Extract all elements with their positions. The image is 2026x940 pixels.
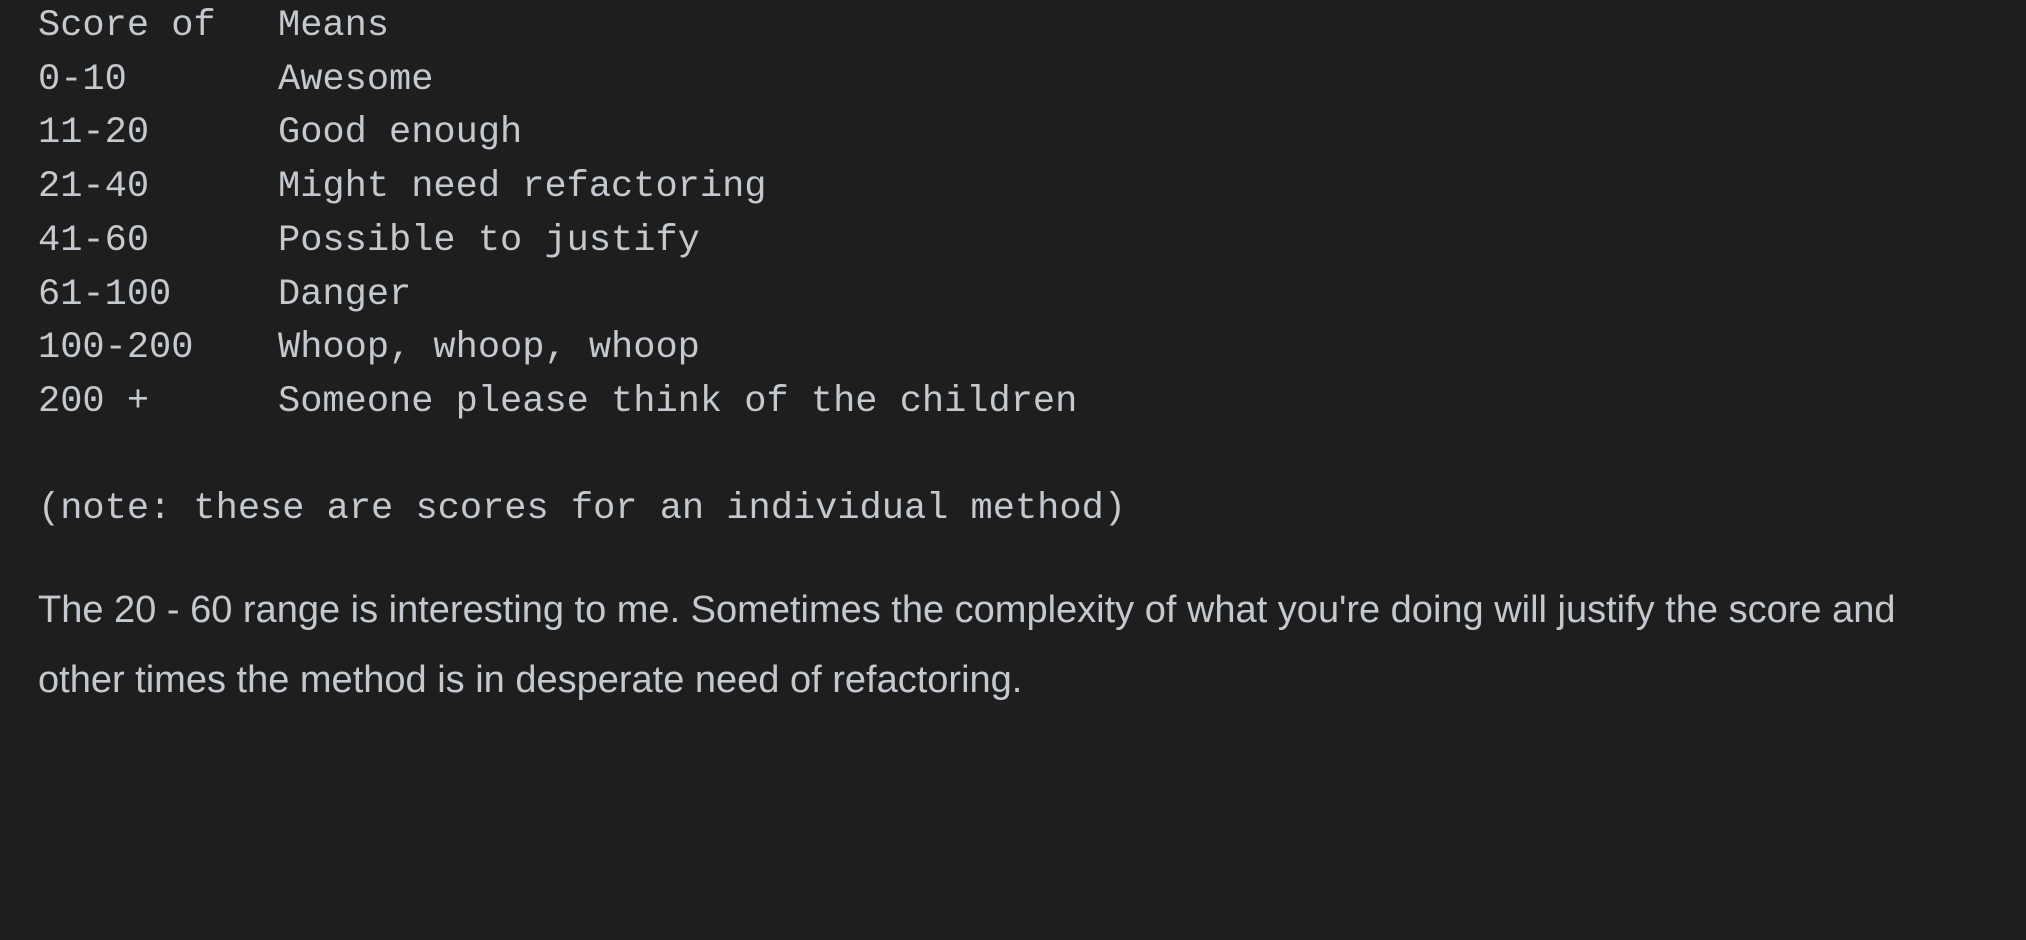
table-cell-score: 61-100 xyxy=(38,273,172,316)
table-row: 100-200 Whoop, whoop, whoop xyxy=(38,322,2026,376)
score-legend-code-block: Score of Means 0-10 Awesome 11-20 Good enough… xyxy=(38,0,2026,537)
table-cell-score: 41-60 xyxy=(38,219,150,262)
body-paragraph: The 20 - 60 range is interesting to me. … xyxy=(38,589,1896,702)
table-row: 0-10 Awesome xyxy=(38,54,2026,108)
table-cell-score: 11-20 xyxy=(38,112,150,155)
table-row: 11-20 Good enough xyxy=(38,107,2026,161)
table-cell-means: Might need refactoring xyxy=(278,166,767,209)
table-cell-means: Someone please think of the children xyxy=(278,380,1078,423)
table-header-means: Means xyxy=(278,5,390,47)
table-row: 21-40 Might need refactoring xyxy=(38,161,2026,215)
table-cell-means: Danger xyxy=(278,273,412,316)
table-cell-means: Good enough xyxy=(278,112,523,155)
table-header-row: Score of Means xyxy=(38,0,2026,54)
table-cell-means: Awesome xyxy=(278,58,434,101)
code-block-note: (note: these are scores for an individua… xyxy=(38,488,1126,531)
table-cell-means: Possible to justify xyxy=(278,219,700,262)
table-cell-score: 200 + xyxy=(38,380,150,423)
table-row: 61-100 Danger xyxy=(38,269,2026,323)
table-row: 41-60 Possible to justify xyxy=(38,215,2026,269)
table-cell-score: 21-40 xyxy=(38,166,150,209)
table-row: 200 + Someone please think of the childre… xyxy=(38,376,2026,430)
table-cell-score: 100-200 xyxy=(38,327,194,370)
table-cell-score: 0-10 xyxy=(38,58,127,101)
table-header-score: Score of xyxy=(38,5,216,47)
table-cell-means: Whoop, whoop, whoop xyxy=(278,327,700,370)
document-page: Score of Means 0-10 Awesome 11-20 Good enough… xyxy=(0,0,2026,940)
